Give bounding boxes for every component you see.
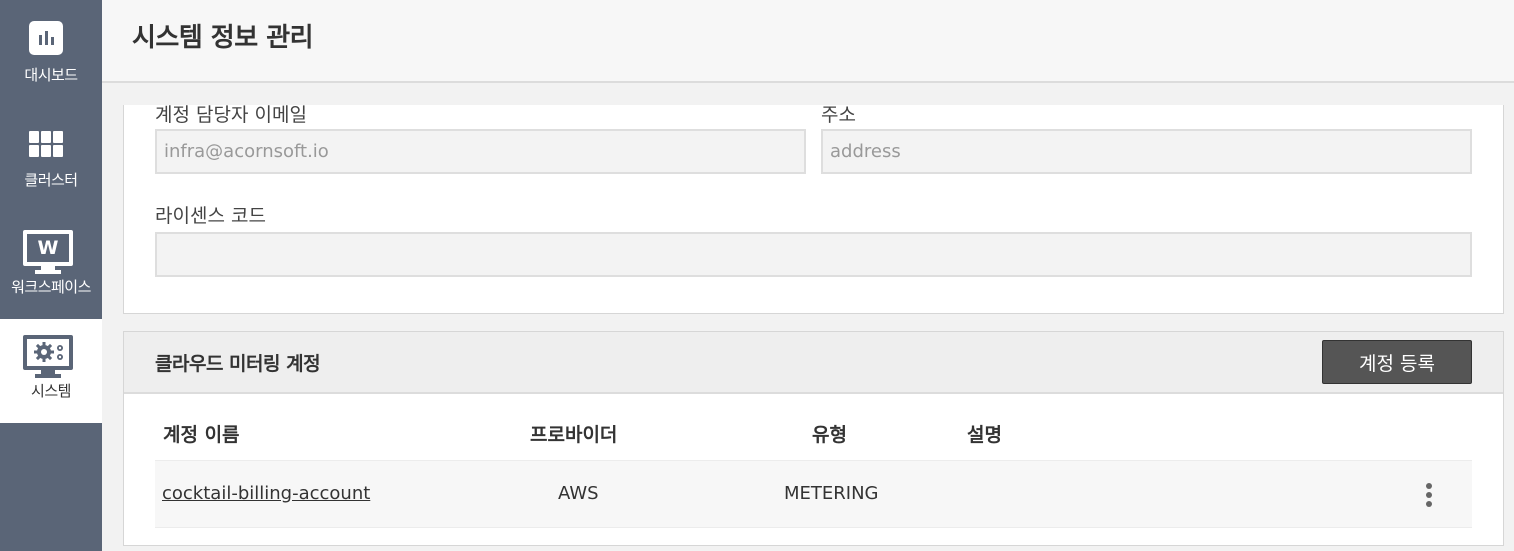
table-row: cocktail-billing-account AWS METERING [155,460,1472,528]
workspace-monitor-icon: W [23,230,73,266]
workspace-glyph: W [37,237,59,259]
license-code-field[interactable] [155,232,1472,277]
cloud-metering-panel: 클라우드 미터링 계정 계정 등록 계정 이름 프로바이더 유형 설명 cock… [123,331,1504,546]
account-type: METERING [784,483,879,504]
sidebar: 대시보드 클러스터 W 워크스페이스 시스템 [0,0,102,551]
column-header-name: 계정 이름 [163,424,240,446]
system-monitor-gear-icon [23,335,73,370]
column-header-type: 유형 [812,424,847,446]
sidebar-item-workspace[interactable]: W 워크스페이스 [0,208,102,312]
system-info-form: 계정 담당자 이메일 infra@acornsoft.io 주소 address… [123,104,1504,314]
sidebar-item-label: 워크스페이스 [11,278,91,296]
account-provider: AWS [558,483,599,504]
sidebar-item-system[interactable]: 시스템 [0,319,102,423]
address-field[interactable]: address [821,129,1472,174]
more-vertical-icon[interactable] [1421,483,1437,507]
monitor-base [35,374,61,378]
sidebar-item-label: 시스템 [31,382,71,400]
sidebar-item-label: 클러스터 [24,171,78,189]
email-field[interactable]: infra@acornsoft.io [155,129,806,174]
page-header: 시스템 정보 관리 [102,0,1514,83]
monitor-base [35,270,61,274]
sidebar-item-cluster[interactable]: 클러스터 [0,104,102,208]
register-account-button[interactable]: 계정 등록 [1322,340,1472,384]
column-header-description: 설명 [967,424,1002,446]
sidebar-item-label: 대시보드 [24,66,78,84]
sidebar-item-dashboard[interactable]: 대시보드 [0,0,102,104]
column-header-provider: 프로바이더 [530,424,618,446]
cloud-metering-header: 클라우드 미터링 계정 계정 등록 [124,332,1503,394]
license-label: 라이센스 코드 [155,205,266,227]
email-label: 계정 담당자 이메일 [155,104,307,126]
dashboard-icon [29,21,63,55]
grid-icon [29,131,63,157]
cloud-metering-title: 클라우드 미터링 계정 [155,353,321,375]
page-title: 시스템 정보 관리 [132,23,314,53]
account-name-link[interactable]: cocktail-billing-account [162,483,370,504]
address-label: 주소 [821,104,856,126]
